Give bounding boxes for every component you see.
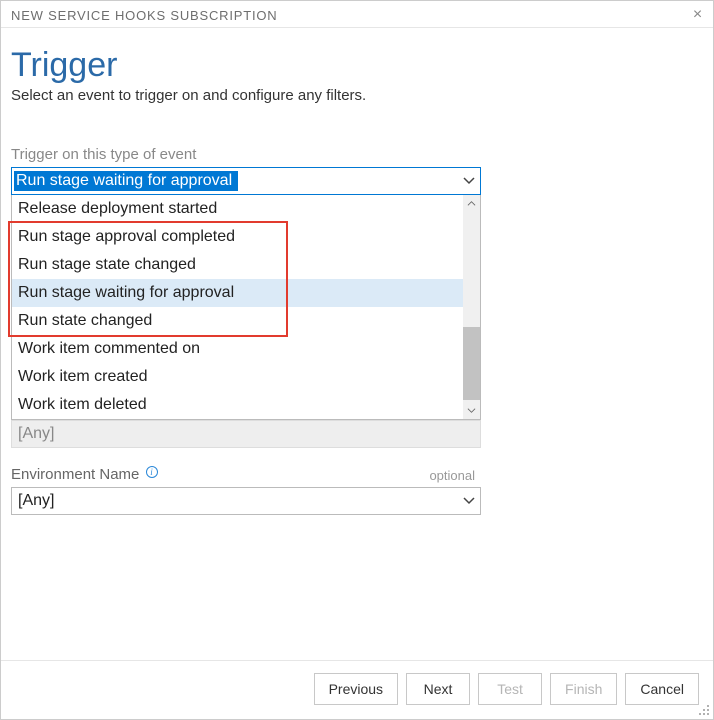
event-option[interactable]: Work item created	[12, 363, 463, 391]
event-option[interactable]: Run state changed	[12, 307, 463, 335]
test-button: Test	[478, 673, 542, 705]
env-combo[interactable]: [Any]	[11, 487, 481, 515]
env-label-row: Environment Name i optional	[11, 466, 481, 483]
scrollbar-track[interactable]	[463, 195, 480, 419]
event-option[interactable]: Run stage approval completed	[12, 223, 463, 251]
event-option[interactable]: Work item commented on	[12, 335, 463, 363]
dialog-footer: Previous Next Test Finish Cancel	[1, 660, 713, 719]
pipeline-combo-disabled: [Any]	[11, 420, 481, 448]
pipeline-field-block: [Any]	[11, 420, 685, 448]
scroll-down-icon[interactable]	[463, 402, 480, 419]
env-label-text: Environment Name	[11, 466, 139, 483]
event-type-options: Release deployment startedRun stage appr…	[12, 195, 480, 419]
pipeline-value: [Any]	[18, 425, 54, 443]
page-heading: Trigger	[11, 46, 685, 85]
finish-button: Finish	[550, 673, 617, 705]
event-option[interactable]: Run stage waiting for approval	[12, 279, 463, 307]
resize-grip-icon[interactable]	[696, 702, 710, 716]
event-option[interactable]: Work item deleted	[12, 391, 463, 419]
chevron-down-icon[interactable]	[458, 495, 480, 507]
event-type-value: Run stage waiting for approval	[14, 171, 238, 191]
info-icon[interactable]: i	[146, 466, 158, 478]
event-type-combo[interactable]: Run stage waiting for approval	[11, 167, 481, 195]
title-bar: NEW SERVICE HOOKS SUBSCRIPTION ×	[1, 1, 713, 28]
event-type-label: Trigger on this type of event	[11, 146, 685, 163]
chevron-down-icon[interactable]	[458, 175, 480, 187]
close-icon[interactable]: ×	[693, 7, 703, 23]
dialog: NEW SERVICE HOOKS SUBSCRIPTION × Trigger…	[0, 0, 714, 720]
env-label: Environment Name i	[11, 466, 158, 483]
event-option[interactable]: Run stage state changed	[12, 251, 463, 279]
next-button[interactable]: Next	[406, 673, 470, 705]
dialog-title: NEW SERVICE HOOKS SUBSCRIPTION	[11, 8, 277, 23]
cancel-button[interactable]: Cancel	[625, 673, 699, 705]
env-value: [Any]	[12, 490, 458, 512]
event-type-dropdown[interactable]: Release deployment startedRun stage appr…	[11, 195, 481, 420]
content-area: Trigger Select an event to trigger on an…	[1, 28, 713, 660]
page-subdesc: Select an event to trigger on and config…	[11, 87, 685, 104]
previous-button[interactable]: Previous	[314, 673, 398, 705]
scrollbar-thumb[interactable]	[463, 327, 480, 400]
event-option[interactable]: Release deployment started	[12, 195, 463, 223]
scroll-up-icon[interactable]	[463, 195, 480, 212]
optional-label: optional	[429, 468, 475, 483]
